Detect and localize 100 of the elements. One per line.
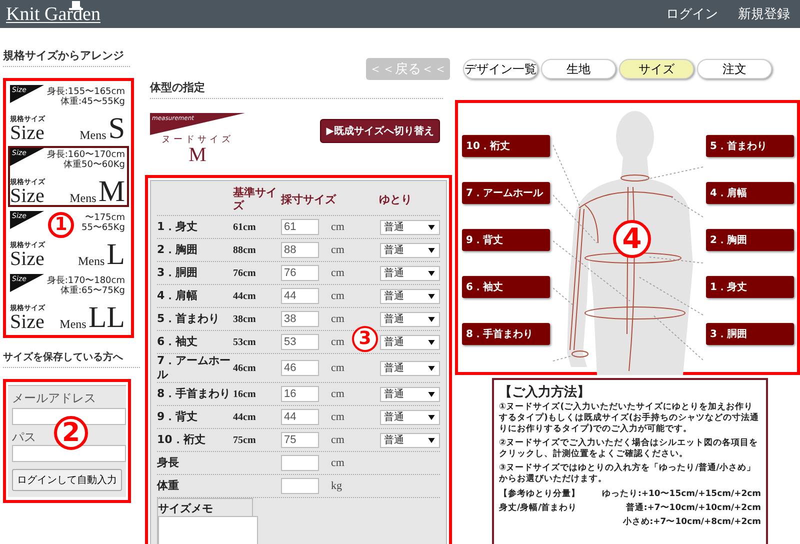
header-link[interactable]: ログイン	[666, 5, 718, 23]
row-label: 体重	[157, 479, 180, 493]
unit-label: cm	[331, 411, 344, 423]
column-header: 採寸サイズ	[281, 192, 338, 206]
allowance-dropdown[interactable]: 普通	[380, 360, 440, 376]
row-label: 9．背丈	[157, 410, 199, 424]
logo-text[interactable]: Knit Garden	[6, 4, 100, 28]
size-input[interactable]: 46	[281, 360, 319, 376]
measure-point-button[interactable]: 9．背丈	[462, 229, 550, 251]
instruction-text: ②ヌードサイズでご入力いただく場合はシルエット図の各項目をクリックし、計測位置をよくご確認ください。	[499, 438, 760, 460]
unit-label: cm	[331, 244, 344, 256]
size-letter: M	[98, 179, 125, 205]
measure-point-button[interactable]: 4．肩幅	[706, 182, 794, 204]
step-tab[interactable]: サイズ	[619, 59, 694, 79]
instructions-title: 【ご入力方法】	[499, 384, 591, 401]
height-range: 身長:155〜165cm	[46, 87, 125, 97]
size-input[interactable]: 76	[281, 265, 319, 281]
base-size-cell-text: 44cm	[233, 290, 257, 302]
unit-label: cm	[331, 388, 344, 400]
section-heading: 体型の指定	[150, 80, 443, 99]
row-label: 1．身丈	[157, 220, 199, 234]
allowance-dropdown[interactable]: 普通	[380, 432, 440, 448]
base-size-cell-text: 75cm	[233, 434, 257, 446]
caret-icon	[428, 414, 435, 420]
row-label: 2．胸囲	[157, 243, 199, 257]
instruction-text: ③ヌードサイズではゆとりの入れ方を「ゆったり/普通/小さめ」からお選びいただけます。	[499, 463, 756, 485]
size-input[interactable]: 16	[281, 386, 319, 402]
size-input[interactable]: 44	[281, 288, 319, 304]
instruction-text: ①ヌードサイズ(ご入力いただいたサイズにゆとりを加えお作りするタイプ)もしくは既成サイズ(お手持ちのシャツなどの寸法通りにお作りするタイプ)でのご入力が可能です。	[499, 402, 760, 435]
size-input[interactable]	[281, 478, 319, 494]
gender-label: Mens	[80, 128, 106, 142]
step-tab[interactable]: 生地	[541, 59, 616, 79]
measure-point-button[interactable]: 10．裄丈	[462, 135, 550, 157]
password-label: パス	[12, 430, 36, 444]
allowance-amount: ゆったり:+10〜15cm/+15cm/+2cm	[600, 488, 761, 500]
size-input[interactable]: 53	[281, 334, 319, 350]
allowance-dropdown[interactable]: 普通	[380, 410, 440, 424]
allowance-dropdown[interactable]: 普通	[380, 386, 440, 402]
caret-icon	[428, 316, 435, 322]
size-input[interactable]: 88	[281, 242, 319, 258]
size-letter: L	[106, 242, 125, 268]
height-range: 〜175cm	[85, 213, 125, 223]
measure-point-button[interactable]: 5．首まわり	[706, 135, 794, 157]
base-size-cell-text: 46cm	[233, 362, 257, 374]
password-field[interactable]	[12, 445, 126, 462]
size-letter: S	[108, 116, 125, 142]
allowance-dropdown[interactable]: 普通	[380, 266, 440, 280]
size-input[interactable]	[281, 455, 319, 471]
unit-label: cm	[331, 313, 344, 325]
allowance-dropdown[interactable]: 普通	[380, 220, 440, 234]
unit-label: cm	[331, 434, 344, 446]
reference-label: 身丈/身幅/首まわり	[499, 502, 578, 514]
email-label: メールアドレス	[12, 390, 97, 407]
size-input[interactable]: 75	[281, 432, 319, 448]
section-heading: 規格サイズからアレンジ	[3, 48, 130, 67]
measure-point-button[interactable]: 8．手首まわり	[462, 323, 550, 345]
size-word: Size	[10, 313, 46, 331]
weight-range: 55〜65Kg	[81, 223, 125, 233]
gender-label: Mens	[70, 191, 96, 205]
measure-point-button[interactable]: 2．胸囲	[706, 229, 794, 251]
base-size-cell-text: 44cm	[233, 412, 257, 422]
size-input[interactable]: 61	[281, 219, 319, 235]
size-word: Size	[10, 187, 46, 205]
annotation-number: 1	[48, 212, 74, 238]
unit-label: cm	[331, 221, 344, 233]
row-label: 5．首まわり	[157, 312, 221, 326]
step-tab[interactable]: 注文	[697, 59, 772, 79]
caret-icon	[428, 340, 435, 344]
unit-label: kg	[331, 480, 342, 492]
unit-label: cm	[331, 290, 344, 302]
base-size-cell-text: 76cm	[233, 268, 257, 278]
allowance-dropdown[interactable]: 普通	[380, 242, 440, 258]
step-tab[interactable]: デザイン一覧	[463, 59, 538, 79]
allowance-dropdown[interactable]: 普通	[380, 288, 440, 304]
row-label: 7．アームホール	[157, 354, 232, 382]
allowance-dropdown[interactable]: 普通	[380, 334, 440, 350]
base-size-cell-text: 38cm	[233, 314, 257, 324]
measure-point-button[interactable]: 6．袖丈	[462, 276, 550, 298]
allowance-amount: 小さめ:+7〜10cm/+8cm/+2cm	[622, 516, 761, 528]
measure-point-button[interactable]: 3．胴囲	[706, 323, 794, 345]
caret-icon	[428, 270, 435, 276]
caret-icon	[428, 224, 435, 230]
mode-label: ヌードサイズ	[162, 134, 234, 146]
allowance-dropdown[interactable]: 普通	[380, 312, 440, 326]
switch-button[interactable]: ▶既成サイズへ切り替え	[320, 119, 440, 143]
size-input[interactable]: 44	[281, 409, 319, 425]
size-word: Size	[10, 124, 46, 142]
allowance-amount: 普通:+7〜10cm/+10cm/+2cm	[624, 502, 761, 514]
unit-label: cm	[331, 267, 344, 279]
column-header: ゆとり	[378, 192, 413, 206]
login-button[interactable]: ログインして自動入力	[12, 469, 122, 491]
base-size-cell-text: 88cm	[233, 244, 257, 256]
base-size-cell-text: 16cm	[233, 388, 257, 400]
caret-icon	[428, 392, 435, 396]
row-label: 6．袖丈	[157, 335, 199, 349]
measure-point-button[interactable]: 7．アームホール	[462, 182, 550, 204]
header-link[interactable]: 新規登録	[738, 5, 790, 23]
measure-point-button[interactable]: 1．身丈	[706, 276, 794, 298]
size-input[interactable]: 38	[281, 311, 319, 327]
size-word: Size	[10, 250, 46, 268]
